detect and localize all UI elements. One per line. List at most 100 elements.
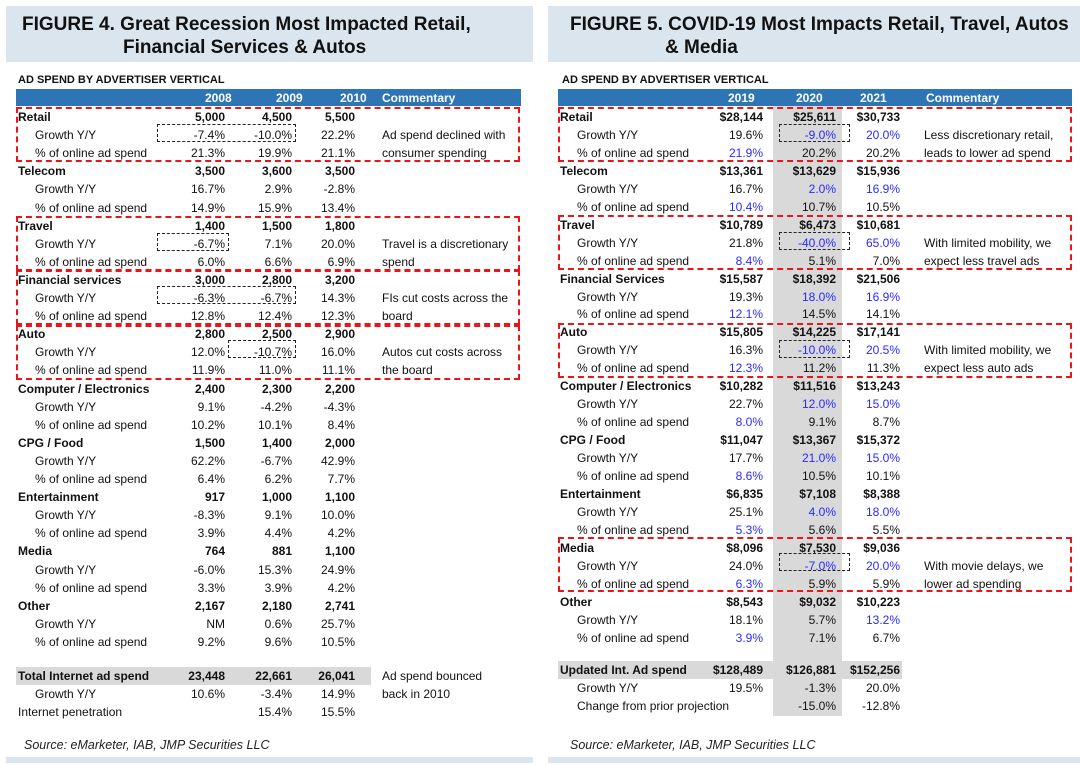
bottom-band <box>6 757 533 763</box>
table-row-metric: Growth Y/Y 25.1% 4.0% 18.0% <box>558 503 1072 521</box>
title-line-2: Financial Services & Autos <box>123 37 367 58</box>
cell-value-2019: $15,587 <box>719 271 763 286</box>
table-row-metric: Growth Y/Y 16.7% 2.9% -2.8% <box>16 180 521 198</box>
cell-value-2010: 10.5% <box>320 634 355 649</box>
table-header: 2019 2020 2021 Commentary <box>558 89 1072 106</box>
cell-value-2010: 42.9% <box>320 453 355 468</box>
table-row-metric: Growth Y/Y -6.0% 15.3% 24.9% <box>16 561 521 579</box>
cell-value-2010: -4.3% <box>323 399 355 414</box>
row-label: Updated Int. Ad spend <box>560 663 687 677</box>
cell-value-2021: $15,936 <box>856 163 900 178</box>
row-label: Growth Y/Y <box>577 451 639 466</box>
row-label: % of online ad spend <box>577 199 690 214</box>
emphasis-box-retail-growth <box>779 124 850 142</box>
emphasis-box-financial-growth <box>157 286 296 304</box>
table-header: 2008 2009 2010 Commentary <box>16 89 521 106</box>
table-row-metric: Growth Y/Y 17.7% 21.0% 15.0% <box>558 449 1072 467</box>
row-label: Computer / Electronics <box>18 381 150 396</box>
cell-value-2019: $128,489 <box>712 663 763 677</box>
table-row-metric: Growth Y/Y 62.2% -6.7% 42.9% <box>16 452 521 470</box>
table-row-category: Total Internet ad spend 23,448 22,661 26,04… <box>16 667 521 685</box>
row-commentary: Ad spend bounced <box>382 669 483 683</box>
table-row-category: Telecom $13,361 $13,629 $15,936 <box>558 162 1072 180</box>
cell-value-2021: 16.9% <box>865 181 900 196</box>
cell-value-2010: 4.2% <box>327 580 355 595</box>
cell-value-2019: 8.0% <box>735 415 763 430</box>
row-label: % of online ad spend <box>577 630 690 645</box>
row-label: % of online ad spend <box>35 472 148 486</box>
cell-value-2010: 15.5% <box>320 705 355 719</box>
table-row-category: CPG / Food 1,500 1,400 2,000 <box>16 434 521 452</box>
cell-value-2021: 15.0% <box>865 397 900 412</box>
cell-value-2021: -12.8% <box>861 699 900 713</box>
table-row-metric: % of online ad spend 3.9% 7.1% 6.7% <box>558 629 1072 647</box>
cell-value-2010: 2,000 <box>324 435 355 450</box>
row-label: Growth Y/Y <box>577 397 639 412</box>
table-row-metric: Change from prior projection -15.0% -12.8% <box>558 697 1072 715</box>
row-label: Financial Services <box>560 271 665 286</box>
row-label: Growth Y/Y <box>35 687 97 701</box>
cell-value-2021: $8,388 <box>863 486 900 501</box>
row-label: Entertainment <box>560 486 641 501</box>
cell-value-2021: $13,243 <box>856 379 900 394</box>
row-label: Growth Y/Y <box>35 182 97 197</box>
cell-value-2010: 13.4% <box>320 200 355 215</box>
cell-value-2010: 4.2% <box>327 526 355 541</box>
row-label: % of online ad spend <box>35 580 148 595</box>
cell-value-2019: 16.7% <box>728 181 763 196</box>
cell-value-2019: 12.1% <box>728 307 763 322</box>
cell-value-2021: 15.0% <box>865 451 900 466</box>
cell-value-2021: 10.1% <box>865 469 900 483</box>
table-row-metric: Growth Y/Y 19.3% 18.0% 16.9% <box>558 288 1072 306</box>
cell-value-2019: 18.1% <box>728 612 763 627</box>
table-row-metric: % of online ad spend 8.0% 9.1% 8.7% <box>558 413 1072 431</box>
table-row-category: Entertainment $6,835 $7,108 $8,388 <box>558 485 1072 503</box>
row-label: Growth Y/Y <box>35 453 97 468</box>
table-row-metric: % of online ad spend 3.9% 4.4% 4.2% <box>16 524 521 542</box>
cell-value-2021: $10,223 <box>856 594 900 609</box>
title-line-2: & Media <box>665 37 738 58</box>
figure-title: FIGURE 4. Great Recession Most Impacted … <box>22 13 471 59</box>
figure-4-panel: FIGURE 4. Great Recession Most Impacted … <box>0 0 540 766</box>
cell-value-2010: 2,741 <box>324 598 355 613</box>
source-note: Source: eMarketer, IAB, JMP Securities L… <box>24 738 270 752</box>
cell-value-2021: 14.1% <box>865 307 900 322</box>
col-header-2019: 2019 <box>728 91 755 105</box>
cell-value-2021: $152,256 <box>849 663 900 677</box>
cell-value-2019: 22.7% <box>728 397 763 412</box>
row-label: Growth Y/Y <box>35 399 97 414</box>
table-row-metric: % of online ad spend 10.4% 10.7% 10.5% <box>558 198 1072 216</box>
table-row-category: Telecom 3,500 3,600 3,500 <box>16 162 521 180</box>
table-row-metric: Growth Y/Y 22.7% 12.0% 15.0% <box>558 395 1072 413</box>
row-label: Growth Y/Y <box>35 508 97 523</box>
cell-value-2010: 1,100 <box>324 544 355 559</box>
row-label: Media <box>18 544 53 559</box>
row-label: Entertainment <box>18 490 99 505</box>
cell-value-2019: 3.9% <box>735 630 763 645</box>
cell-value-2021: 8.7% <box>872 415 900 430</box>
col-header-2010: 2010 <box>340 91 367 105</box>
highlight-box-travel <box>16 216 520 271</box>
cell-value-2021: $21,506 <box>856 271 900 286</box>
row-label: % of online ad spend <box>35 634 148 649</box>
row-label: Total Internet ad spend <box>18 669 150 683</box>
row-label: Growth Y/Y <box>35 562 97 577</box>
row-label: Internet penetration <box>18 705 123 719</box>
cell-value-2010: 2,200 <box>324 381 355 396</box>
col-header-2021: 2021 <box>860 91 887 105</box>
title-line-1: FIGURE 5. COVID-19 Most Impacts Retail, … <box>570 14 1069 35</box>
cell-value-2021: 13.2% <box>865 612 900 627</box>
cell-value-2010: -2.8% <box>323 182 355 197</box>
col-header-commentary: Commentary <box>926 91 1000 105</box>
table-row-metric: Growth Y/Y NM 0.6% 25.7% <box>16 615 521 633</box>
cell-value-2021: 20.0% <box>865 681 900 695</box>
row-label: Computer / Electronics <box>560 379 692 394</box>
cell-value-2019: $11,047 <box>720 433 763 448</box>
table-row-category: Media 764 881 1,100 <box>16 542 521 560</box>
table-row-metric: % of online ad spend 10.2% 10.1% 8.4% <box>16 416 521 434</box>
table-row-metric: Growth Y/Y 19.5% -1.3% 20.0% <box>558 679 1072 697</box>
row-commentary: back in 2010 <box>382 687 451 701</box>
cell-value-2021: 18.0% <box>865 504 900 519</box>
source-note: Source: eMarketer, IAB, JMP Securities L… <box>570 738 816 752</box>
table-row-metric: % of online ad spend 9.2% 9.6% 10.5% <box>16 633 521 651</box>
